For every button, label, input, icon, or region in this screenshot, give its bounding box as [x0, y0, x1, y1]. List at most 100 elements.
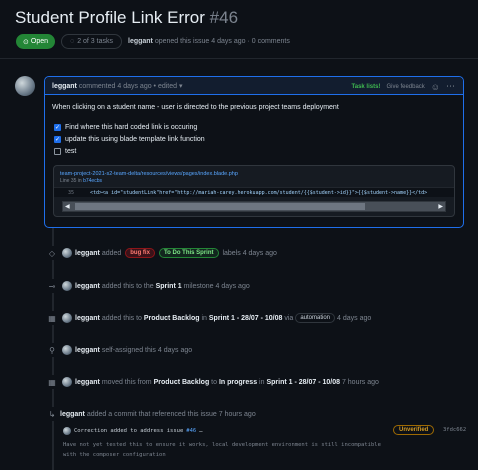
label-to-do-this-sprint[interactable]: To Do This Sprint	[158, 248, 219, 258]
ellipsis-icon[interactable]: …	[199, 428, 202, 434]
timeline-event: ⊸ leggant added this to the Sprint 1 mil…	[44, 279, 250, 293]
event-user-link[interactable]: leggant	[75, 283, 100, 290]
scroll-right-icon[interactable]: ▶	[438, 203, 443, 210]
avatar[interactable]	[62, 345, 72, 355]
header-divider	[0, 58, 478, 59]
avatar[interactable]	[62, 281, 72, 291]
issue-state-badge: ⊙ Open	[16, 34, 55, 49]
event-text: labels 4 days ago	[222, 249, 277, 257]
code-permalink: team-project-2021-s2-team-delta/resource…	[53, 165, 455, 217]
event-text: self-assigned this 4 days ago	[101, 346, 193, 354]
task-item[interactable]: ✓ update this using blade template link …	[54, 136, 205, 143]
event-text: moved this from	[101, 378, 152, 386]
issue-number: #46	[209, 8, 239, 27]
event-text: added this to the	[101, 282, 154, 290]
issue-subline-text: opened this issue 4 days ago · 0 comment…	[154, 38, 290, 45]
timeline-event: ▦ leggant moved this from Product Backlo…	[44, 375, 379, 389]
project-link[interactable]: Sprint 1 - 28/07 - 10/08	[209, 315, 283, 322]
checkbox-checked[interactable]: ✓	[54, 136, 61, 143]
comment-body-text: When clicking on a student name - user i…	[52, 104, 339, 111]
event-text: added	[101, 249, 122, 257]
avatar[interactable]	[62, 313, 72, 323]
event-user-link[interactable]: leggant	[75, 379, 100, 386]
automation-badge: automation	[295, 313, 336, 323]
avatar[interactable]	[63, 427, 71, 435]
milestone-icon: ⊸	[44, 279, 60, 293]
event-user-link[interactable]: leggant	[60, 411, 85, 418]
issue-reference-link[interactable]: #46	[186, 428, 196, 434]
task-lists-label: Task lists!	[351, 83, 381, 90]
project-icon: ▦	[44, 375, 60, 389]
progress-ring-icon: ◌	[70, 38, 75, 45]
comment-meta: leggant commented 4 days ago • edited ▾	[52, 82, 183, 90]
event-text: milestone 4 days ago	[183, 282, 250, 290]
task-item[interactable]: ✓ Find where this hard coded link is occ…	[54, 124, 197, 131]
code-line-ref: Line 35 in b74ecbs	[60, 178, 102, 184]
event-text: in	[259, 378, 265, 386]
commit-sha-link[interactable]: 3fdc662	[443, 427, 466, 433]
event-user-link[interactable]: leggant	[75, 347, 100, 354]
scroll-left-icon[interactable]: ◀	[65, 203, 70, 210]
event-text: 7 hours ago	[341, 378, 379, 386]
label-bug-fix[interactable]: bug fix	[125, 248, 155, 258]
project-column-link[interactable]: Product Backlog	[154, 379, 210, 386]
issue-title: Student Profile Link Error #46	[15, 8, 238, 28]
scrollbar-thumb[interactable]	[75, 203, 365, 210]
comment-author-link[interactable]: leggant	[52, 83, 77, 90]
cross-reference-icon: ↳	[44, 407, 60, 421]
code-line-row: 35 <td><a id="studentLink"href="http://m…	[54, 187, 454, 197]
chevron-down-icon[interactable]: ▾	[179, 83, 183, 90]
tasks-progress-badge[interactable]: ◌ 2 of 3 tasks	[61, 34, 122, 49]
issue-comment: leggant commented 4 days ago • edited ▾ …	[44, 76, 464, 228]
task-item-label: test	[65, 148, 77, 155]
tasks-progress-label: 2 of 3 tasks	[77, 38, 113, 45]
timeline-event: ⚲ leggant self-assigned this 4 days ago	[44, 343, 192, 357]
project-link[interactable]: Sprint 1 - 28/07 - 10/08	[266, 379, 340, 386]
checkbox-unchecked[interactable]	[54, 148, 61, 155]
timeline-event: ▦ leggant added this to Product Backlog …	[44, 311, 371, 325]
code-source: <td><a id="studentLink"href="http://mari…	[90, 190, 428, 196]
event-user-link[interactable]: leggant	[75, 315, 100, 322]
project-column-link[interactable]: In progress	[219, 379, 257, 386]
code-file-link[interactable]: team-project-2021-s2-team-delta/resource…	[60, 171, 238, 177]
issue-title-text: Student Profile Link Error	[15, 8, 205, 27]
tag-icon: ◇	[44, 246, 60, 260]
kebab-menu-icon[interactable]: ⋯	[446, 81, 455, 92]
unverified-badge[interactable]: Unverified	[393, 425, 435, 435]
code-commit-link[interactable]: b74ecbs	[83, 178, 102, 184]
event-text: to	[211, 378, 218, 386]
event-user-link[interactable]: leggant	[75, 250, 100, 257]
project-column-link[interactable]: Product Backlog	[144, 315, 200, 322]
task-item-label: Find where this hard coded link is occur…	[65, 124, 198, 131]
event-text: added a commit that referenced this issu…	[86, 410, 256, 418]
event-text: added this to	[101, 314, 142, 322]
comment-meta-text[interactable]: commented 4 days ago • edited	[79, 83, 177, 90]
avatar[interactable]	[62, 377, 72, 387]
event-text: 4 days ago	[337, 314, 372, 322]
checkbox-checked[interactable]: ✓	[54, 124, 61, 131]
event-text: in	[201, 314, 207, 322]
timeline-event: ◇ leggant added bug fix To Do This Sprin…	[44, 246, 277, 260]
project-icon: ▦	[44, 311, 60, 325]
person-icon: ⚲	[44, 343, 60, 357]
event-text: via	[284, 314, 294, 322]
code-line-text: Line 35 in	[60, 178, 82, 184]
horizontal-scrollbar[interactable]: ◀ ▶	[62, 201, 446, 212]
milestone-link[interactable]: Sprint 1	[156, 283, 182, 290]
commit-message-link[interactable]: Correction added to address issue	[74, 428, 183, 434]
smiley-icon[interactable]: ☺	[431, 82, 440, 92]
issue-state-label: Open	[30, 38, 48, 45]
issue-open-icon: ⊙	[23, 38, 29, 46]
task-item-label: update this using blade template link fu…	[65, 136, 205, 143]
timeline-event: ↳ leggant added a commit that referenced…	[44, 407, 256, 421]
issue-subline: leggant opened this issue 4 days ago · 0…	[128, 38, 290, 45]
code-line-number: 35	[68, 190, 75, 196]
avatar[interactable]	[62, 248, 72, 258]
comment-header: leggant commented 4 days ago • edited ▾ …	[45, 77, 463, 95]
issue-author-link[interactable]: leggant	[128, 38, 153, 45]
comment-header-actions: Task lists! Give feedback ☺ ⋯	[352, 81, 455, 92]
give-feedback-link[interactable]: Give feedback	[386, 84, 424, 90]
commenter-avatar[interactable]	[15, 76, 35, 96]
task-item[interactable]: test	[54, 148, 76, 155]
referenced-commit: Correction added to address issue #46 … …	[63, 425, 473, 465]
